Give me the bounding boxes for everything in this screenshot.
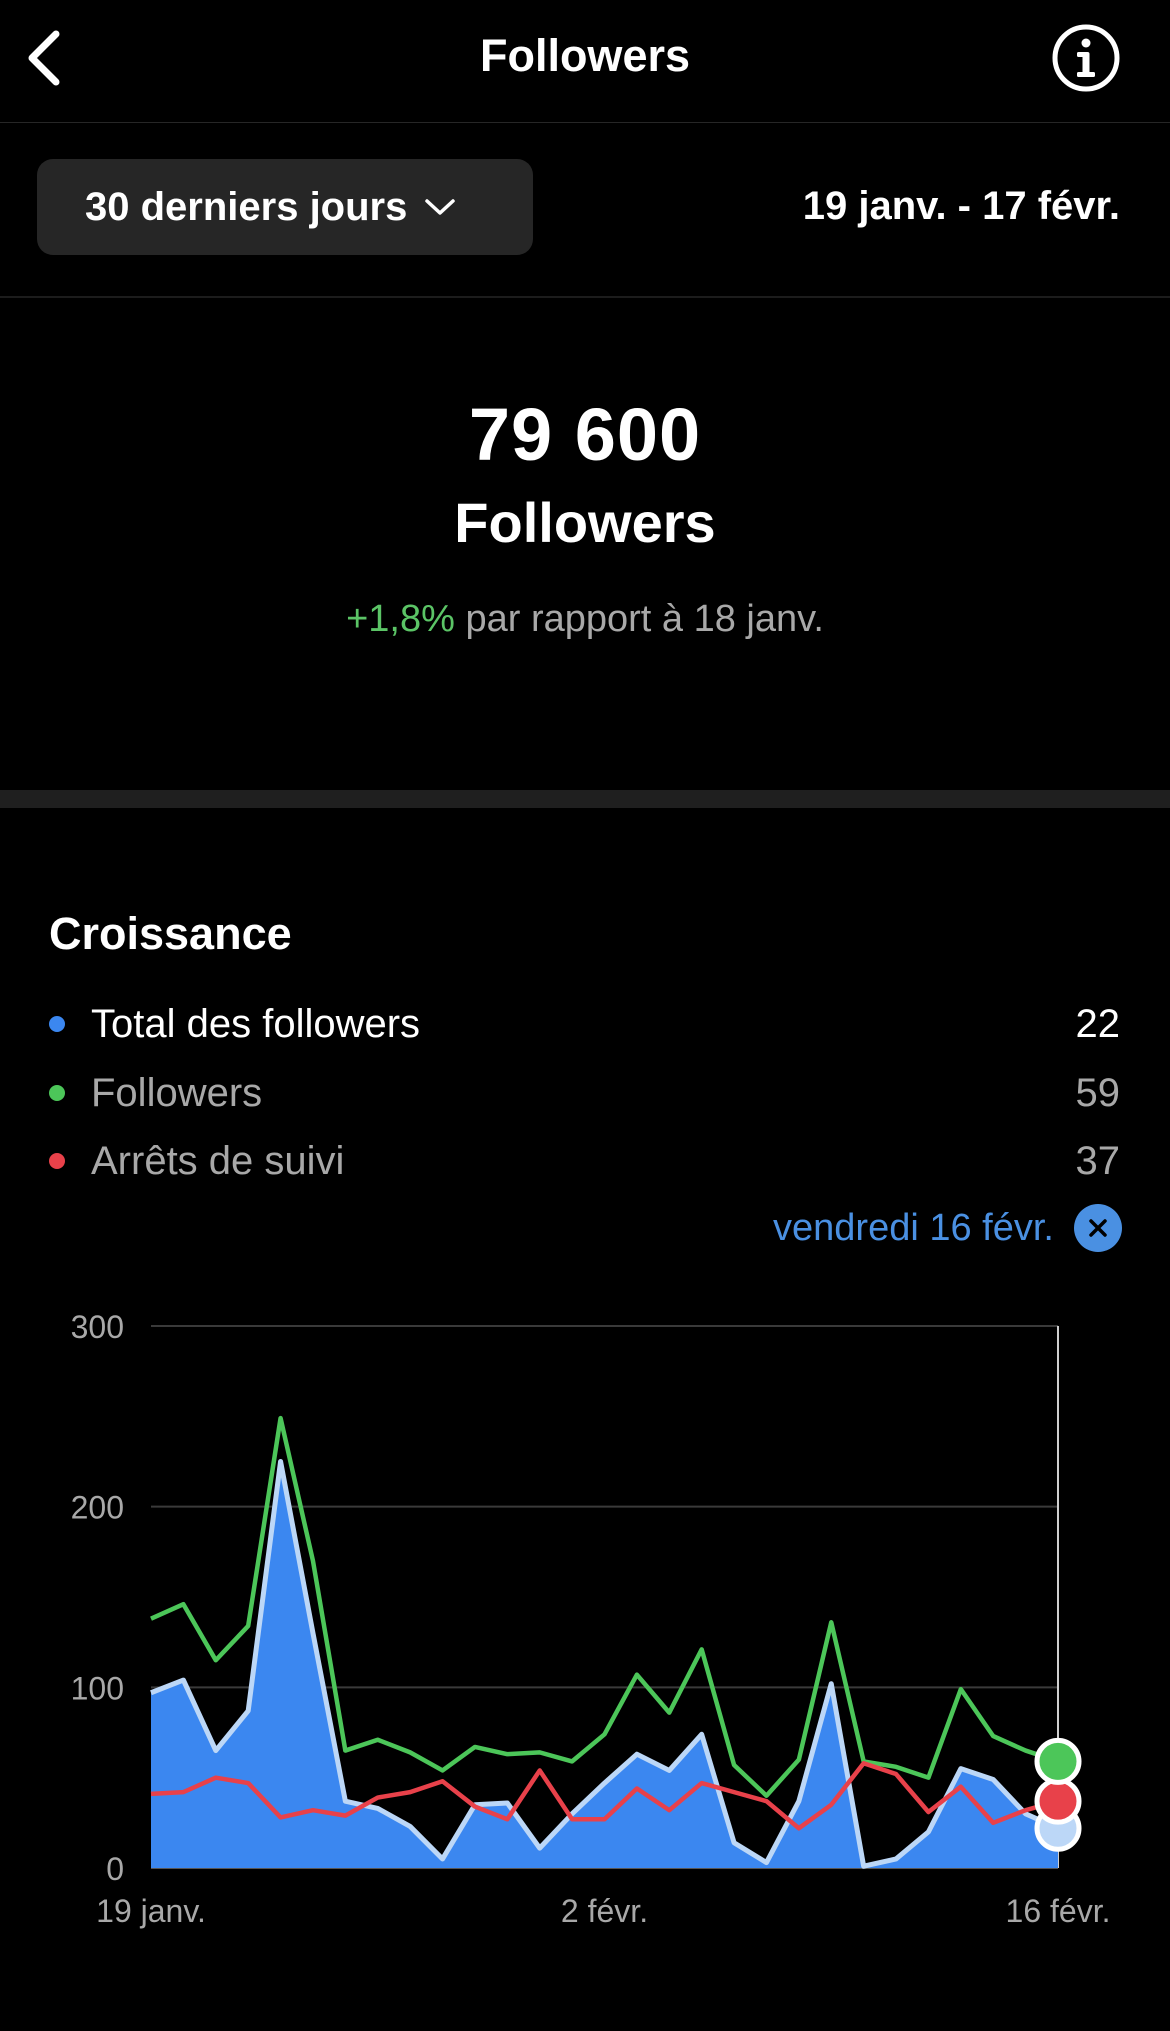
followers-summary: 79 600 Followers +1,8% par rapport à 18 … [0, 296, 1170, 790]
legend-value-unfollows: 37 [1075, 1138, 1121, 1183]
x-tick-label: 16 févr. [1006, 1893, 1111, 1929]
y-tick-label: 100 [71, 1670, 124, 1706]
period-row: 30 derniers jours 19 janv. - 17 févr. [0, 122, 1170, 298]
legend-item-total[interactable]: Total des followers 22 [49, 996, 1120, 1052]
growth-chart[interactable]: 0 100 200 300 19 janv. 2 févr. 16 févr. [0, 1290, 1170, 1950]
y-tick-label: 200 [71, 1490, 124, 1526]
page-title: Followers [479, 30, 691, 81]
legend-value-total: 22 [1075, 1001, 1121, 1046]
date-range: 19 janv. - 17 févr. [802, 184, 1120, 228]
selected-date-tag: vendredi 16 févr. [773, 1204, 1122, 1252]
legend-item-unfollows[interactable]: Arrêts de suivi 37 [49, 1133, 1120, 1189]
close-icon[interactable] [1074, 1204, 1122, 1252]
legend-dot-unfollows [49, 1153, 65, 1169]
x-tick-label: 19 janv. [96, 1893, 206, 1929]
followers-count-label: Followers [454, 491, 716, 554]
legend-label-unfollows: Arrêts de suivi [91, 1138, 345, 1183]
legend-item-followers[interactable]: Followers 59 [49, 1065, 1120, 1121]
header: Followers [0, 0, 1170, 123]
legend-dot-total [49, 1016, 65, 1032]
legend-label-followers: Followers [91, 1070, 263, 1115]
chevron-down-icon [423, 196, 457, 223]
info-icon[interactable] [1050, 22, 1122, 94]
change-percent: +1,8% [346, 598, 455, 640]
legend-label-total: Total des followers [91, 1001, 421, 1046]
period-dropdown-label: 30 derniers jours [85, 184, 408, 229]
point-marker-followers [1034, 1737, 1082, 1785]
selected-date-label: vendredi 16 févr. [773, 1206, 1054, 1249]
change-suffix: par rapport à 18 janv. [454, 598, 824, 640]
change-line: +1,8% par rapport à 18 janv. [0, 598, 1170, 641]
growth-section-title: Croissance [49, 908, 292, 959]
y-tick-label: 0 [106, 1851, 124, 1887]
period-dropdown[interactable]: 30 derniers jours [37, 159, 533, 255]
x-tick-label: 2 févr. [561, 1893, 648, 1929]
y-tick-label: 300 [71, 1309, 124, 1345]
legend-dot-followers [49, 1085, 65, 1101]
point-marker-unfollows [1034, 1777, 1082, 1825]
followers-count: 79 600 [468, 393, 702, 476]
legend-value-followers: 59 [1075, 1070, 1121, 1115]
section-divider [0, 790, 1170, 808]
